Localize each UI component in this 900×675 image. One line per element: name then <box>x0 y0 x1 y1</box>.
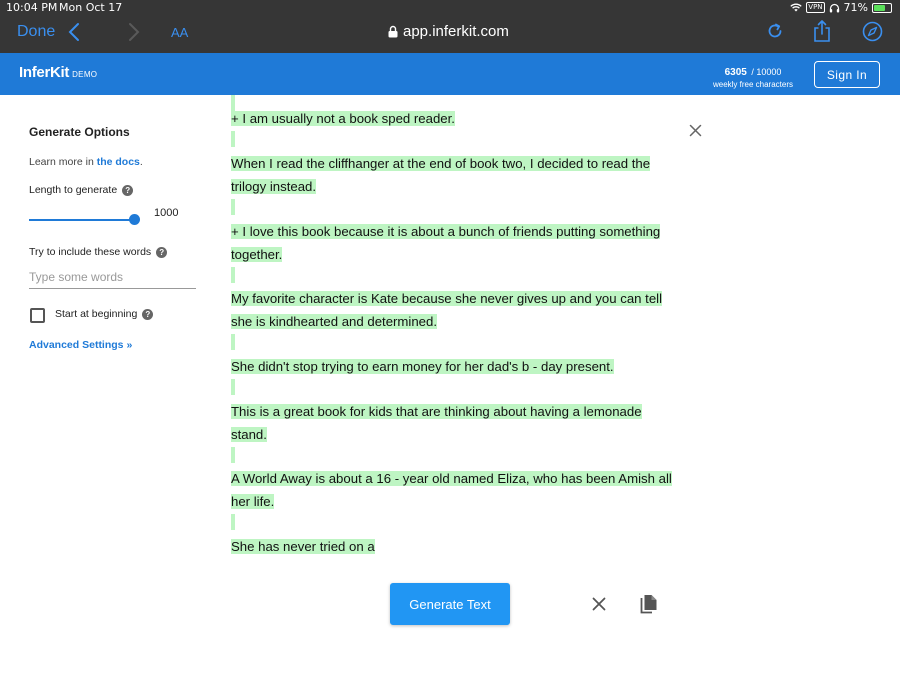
headphones-icon <box>829 3 839 12</box>
paragraph-text: A World Away is about a 16 - year old na… <box>231 471 672 509</box>
length-slider-thumb[interactable] <box>129 214 140 225</box>
browser-toolbar: 10:04 PM Mon Oct 17 VPN 71% Done AA app.… <box>0 0 900 53</box>
sign-in-button[interactable]: Sign In <box>814 61 880 88</box>
paragraph-text: She has never tried on a <box>231 539 375 554</box>
credits-caption: weekly free characters <box>712 80 793 89</box>
help-icon[interactable]: ? <box>156 246 168 258</box>
highlight-gap <box>231 379 235 395</box>
text-editor[interactable]: + I am usually not a book sped reader. W… <box>231 95 676 565</box>
learn-prefix: Learn more in <box>29 156 94 168</box>
highlight-gap <box>231 199 235 215</box>
learn-more-text: Learn more in the docs. <box>29 156 143 168</box>
highlight-gap <box>231 334 235 350</box>
status-time: 10:04 PM <box>6 1 58 14</box>
help-icon[interactable]: ? <box>122 184 134 196</box>
forward-icon[interactable] <box>128 22 140 42</box>
length-value: 1000 <box>154 207 179 219</box>
share-icon[interactable] <box>812 19 832 43</box>
generate-text-button[interactable]: Generate Text <box>390 583 510 625</box>
app-root: 10:04 PM Mon Oct 17 VPN 71% Done AA app.… <box>0 0 900 675</box>
paragraph-text: She didn't stop trying to earn money for… <box>231 359 614 374</box>
done-button[interactable]: Done <box>17 23 55 41</box>
docs-link[interactable]: the docs <box>97 156 140 168</box>
reload-icon[interactable] <box>765 21 785 41</box>
highlight-gap <box>231 447 235 463</box>
status-indicators: VPN 71% <box>790 1 892 14</box>
include-words-input[interactable] <box>29 265 196 289</box>
paragraph-text: My favorite character is Kate because sh… <box>231 291 663 329</box>
length-label: Length to generate? <box>29 184 134 196</box>
paragraph: A World Away is about a 16 - year old na… <box>231 468 676 513</box>
battery-icon <box>872 2 892 13</box>
options-title: Generate Options <box>29 125 130 139</box>
close-icon[interactable] <box>689 124 702 137</box>
paragraph-text: When I read the cliffhanger at the end o… <box>231 156 651 194</box>
start-label-text: Start at beginning <box>55 308 138 320</box>
credits-used: 6305 <box>724 67 747 78</box>
paragraph-text: + I am usually not a book sped reader. <box>231 111 455 126</box>
advanced-settings-link[interactable]: Advanced Settings » <box>29 339 132 351</box>
battery-fill <box>874 4 885 11</box>
highlight-gap <box>231 131 235 147</box>
start-at-beginning-checkbox[interactable] <box>30 308 45 323</box>
address-bar[interactable]: app.inferkit.com <box>388 23 509 40</box>
battery-percent: 71% <box>843 1 868 14</box>
status-date: Mon Oct 17 <box>59 1 123 14</box>
aa-label: AA <box>171 25 189 40</box>
help-icon[interactable]: ? <box>142 308 154 320</box>
length-label-text: Length to generate <box>29 184 118 196</box>
brand-tag: DEMO <box>72 70 98 79</box>
lock-icon <box>388 25 398 38</box>
learn-suffix: . <box>139 156 143 168</box>
credits-counter: 6305 / 10000 weekly free characters <box>713 62 793 89</box>
back-icon[interactable] <box>68 22 80 42</box>
highlight-gap <box>231 514 235 530</box>
paragraph: When I read the cliffhanger at the end o… <box>231 153 676 198</box>
length-slider-track[interactable] <box>29 219 139 221</box>
compass-icon[interactable] <box>862 21 883 42</box>
brand-logo[interactable]: InferKit DEMO <box>19 64 97 81</box>
paragraph-text: This is a great book for kids that are t… <box>231 404 642 442</box>
paragraph: This is a great book for kids that are t… <box>231 401 676 446</box>
vpn-badge: VPN <box>806 2 825 13</box>
paragraph: She didn't stop trying to earn money for… <box>231 356 676 379</box>
include-words-label: Try to include these words? <box>29 246 168 258</box>
highlight-gap <box>231 267 235 283</box>
copy-icon[interactable] <box>640 594 658 614</box>
reader-text-size-button[interactable]: AA <box>171 25 188 40</box>
paragraph: My favorite character is Kate because sh… <box>231 288 676 333</box>
brand-name: InferKit <box>19 64 70 81</box>
include-words-label-text: Try to include these words <box>29 246 152 258</box>
clear-icon[interactable] <box>592 597 606 611</box>
paragraph: + I love this book because it is about a… <box>231 221 676 266</box>
credits-total: / 10000 <box>751 67 782 77</box>
paragraph-text: + I love this book because it is about a… <box>231 224 661 262</box>
wifi-icon <box>790 3 802 12</box>
app-header: InferKit DEMO 6305 / 10000 weekly free ch… <box>0 53 900 95</box>
url-text: app.inferkit.com <box>403 23 509 40</box>
paragraph: She has never tried on a <box>231 536 676 559</box>
paragraph: + I am usually not a book sped reader. <box>231 108 676 131</box>
start-at-beginning-label: Start at beginning? <box>55 308 154 320</box>
